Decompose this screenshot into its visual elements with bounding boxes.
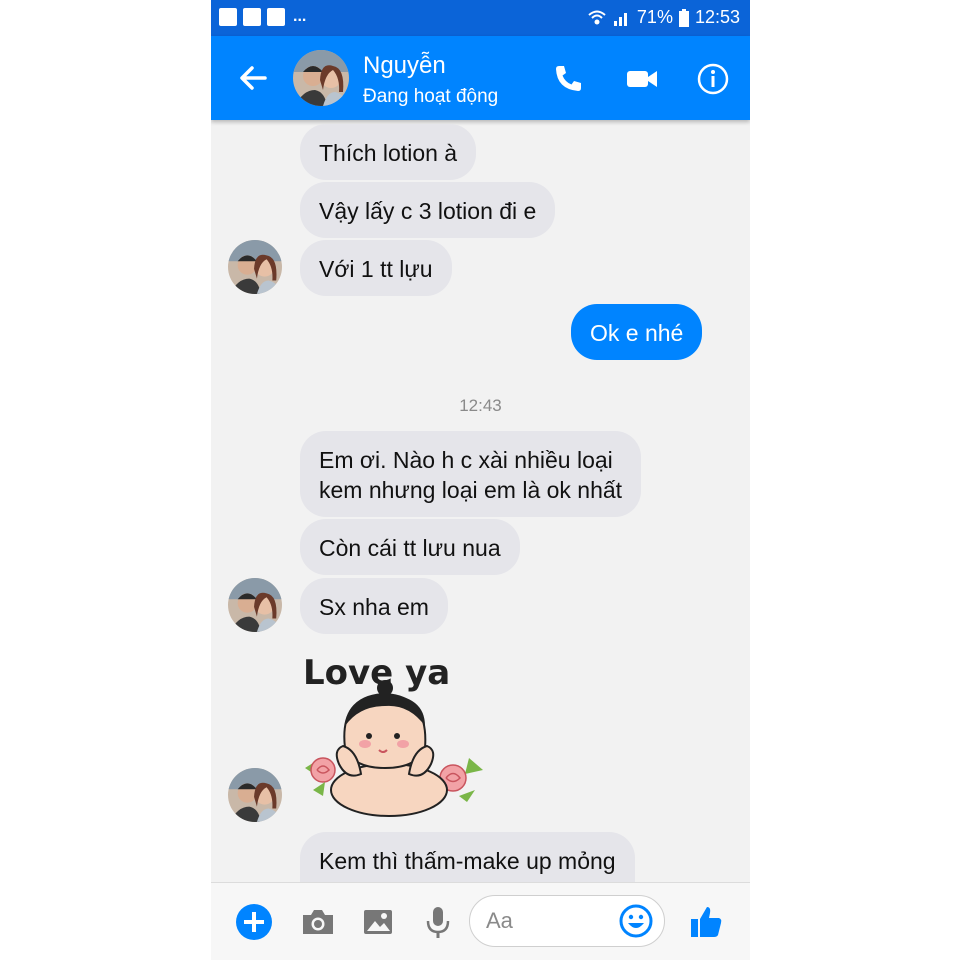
message-timestamp: 12:43 — [459, 396, 502, 415]
microphone-icon[interactable] — [419, 903, 457, 941]
battery-percent: 71% — [636, 7, 673, 27]
messenger-screen: ... 71% 12:53 Nguyễn Đang hoạt động Thíc… — [211, 0, 750, 960]
incoming-message[interactable]: Vậy lấy c 3 lotion đi e — [300, 182, 556, 238]
status-bar: ... 71% 12:53 — [211, 0, 750, 36]
incoming-message[interactable]: Kem thì thấm-make up mỏng — [300, 832, 635, 882]
more-notifications: ... — [293, 8, 307, 25]
love-ya-sticker[interactable]: Love ya — [299, 640, 489, 820]
sender-avatar[interactable] — [228, 578, 282, 632]
signal-icon — [613, 12, 627, 26]
messenger-notification-icon — [267, 8, 285, 26]
conversation-header: Nguyễn Đang hoạt động — [211, 36, 750, 120]
message-line: kem nhưng loại em là ok nhất — [319, 477, 623, 503]
sticker-character — [330, 680, 448, 817]
wifi-icon — [588, 10, 606, 24]
add-more-icon[interactable] — [235, 903, 273, 941]
info-icon[interactable] — [696, 62, 730, 96]
incoming-message[interactable]: Với 1 tt lựu — [300, 240, 452, 296]
emoji-icon[interactable] — [618, 903, 654, 939]
phone-call-icon[interactable] — [551, 62, 585, 96]
message-input[interactable]: Aa — [469, 895, 665, 947]
video-call-icon[interactable] — [625, 62, 659, 96]
youtube-notification-icon — [243, 8, 261, 26]
camera-icon[interactable] — [299, 903, 337, 941]
message-list[interactable]: Thích lotion à Vậy lấy c 3 lotion đi e V… — [211, 120, 750, 882]
contact-avatar[interactable] — [293, 50, 349, 106]
incoming-message[interactable]: Sx nha em — [300, 578, 448, 634]
sticker-caption: Love ya — [303, 653, 450, 693]
contact-name[interactable]: Nguyễn — [363, 52, 446, 80]
message-composer: Aa — [211, 882, 750, 960]
thumbs-up-icon[interactable] — [687, 903, 725, 941]
sender-avatar[interactable] — [228, 768, 282, 822]
status-time: 12:53 — [694, 7, 740, 27]
message-line: Em ơi. Nào h c xài nhiều loại — [319, 447, 613, 473]
sender-avatar[interactable] — [228, 240, 282, 294]
incoming-message[interactable]: Thích lotion à — [300, 124, 477, 180]
input-placeholder: Aa — [486, 908, 513, 933]
active-status: Đang hoạt động — [363, 86, 499, 107]
gallery-icon[interactable] — [359, 903, 397, 941]
back-arrow-icon[interactable] — [235, 60, 271, 96]
outgoing-message[interactable]: Ok e nhé — [571, 304, 703, 360]
incoming-message[interactable]: Em ơi. Nào h c xài nhiều loại kem nhưng … — [300, 431, 642, 517]
battery-icon — [678, 8, 689, 27]
facebook-notification-icon — [219, 8, 237, 26]
incoming-message[interactable]: Còn cái tt lưu nua — [300, 519, 520, 575]
